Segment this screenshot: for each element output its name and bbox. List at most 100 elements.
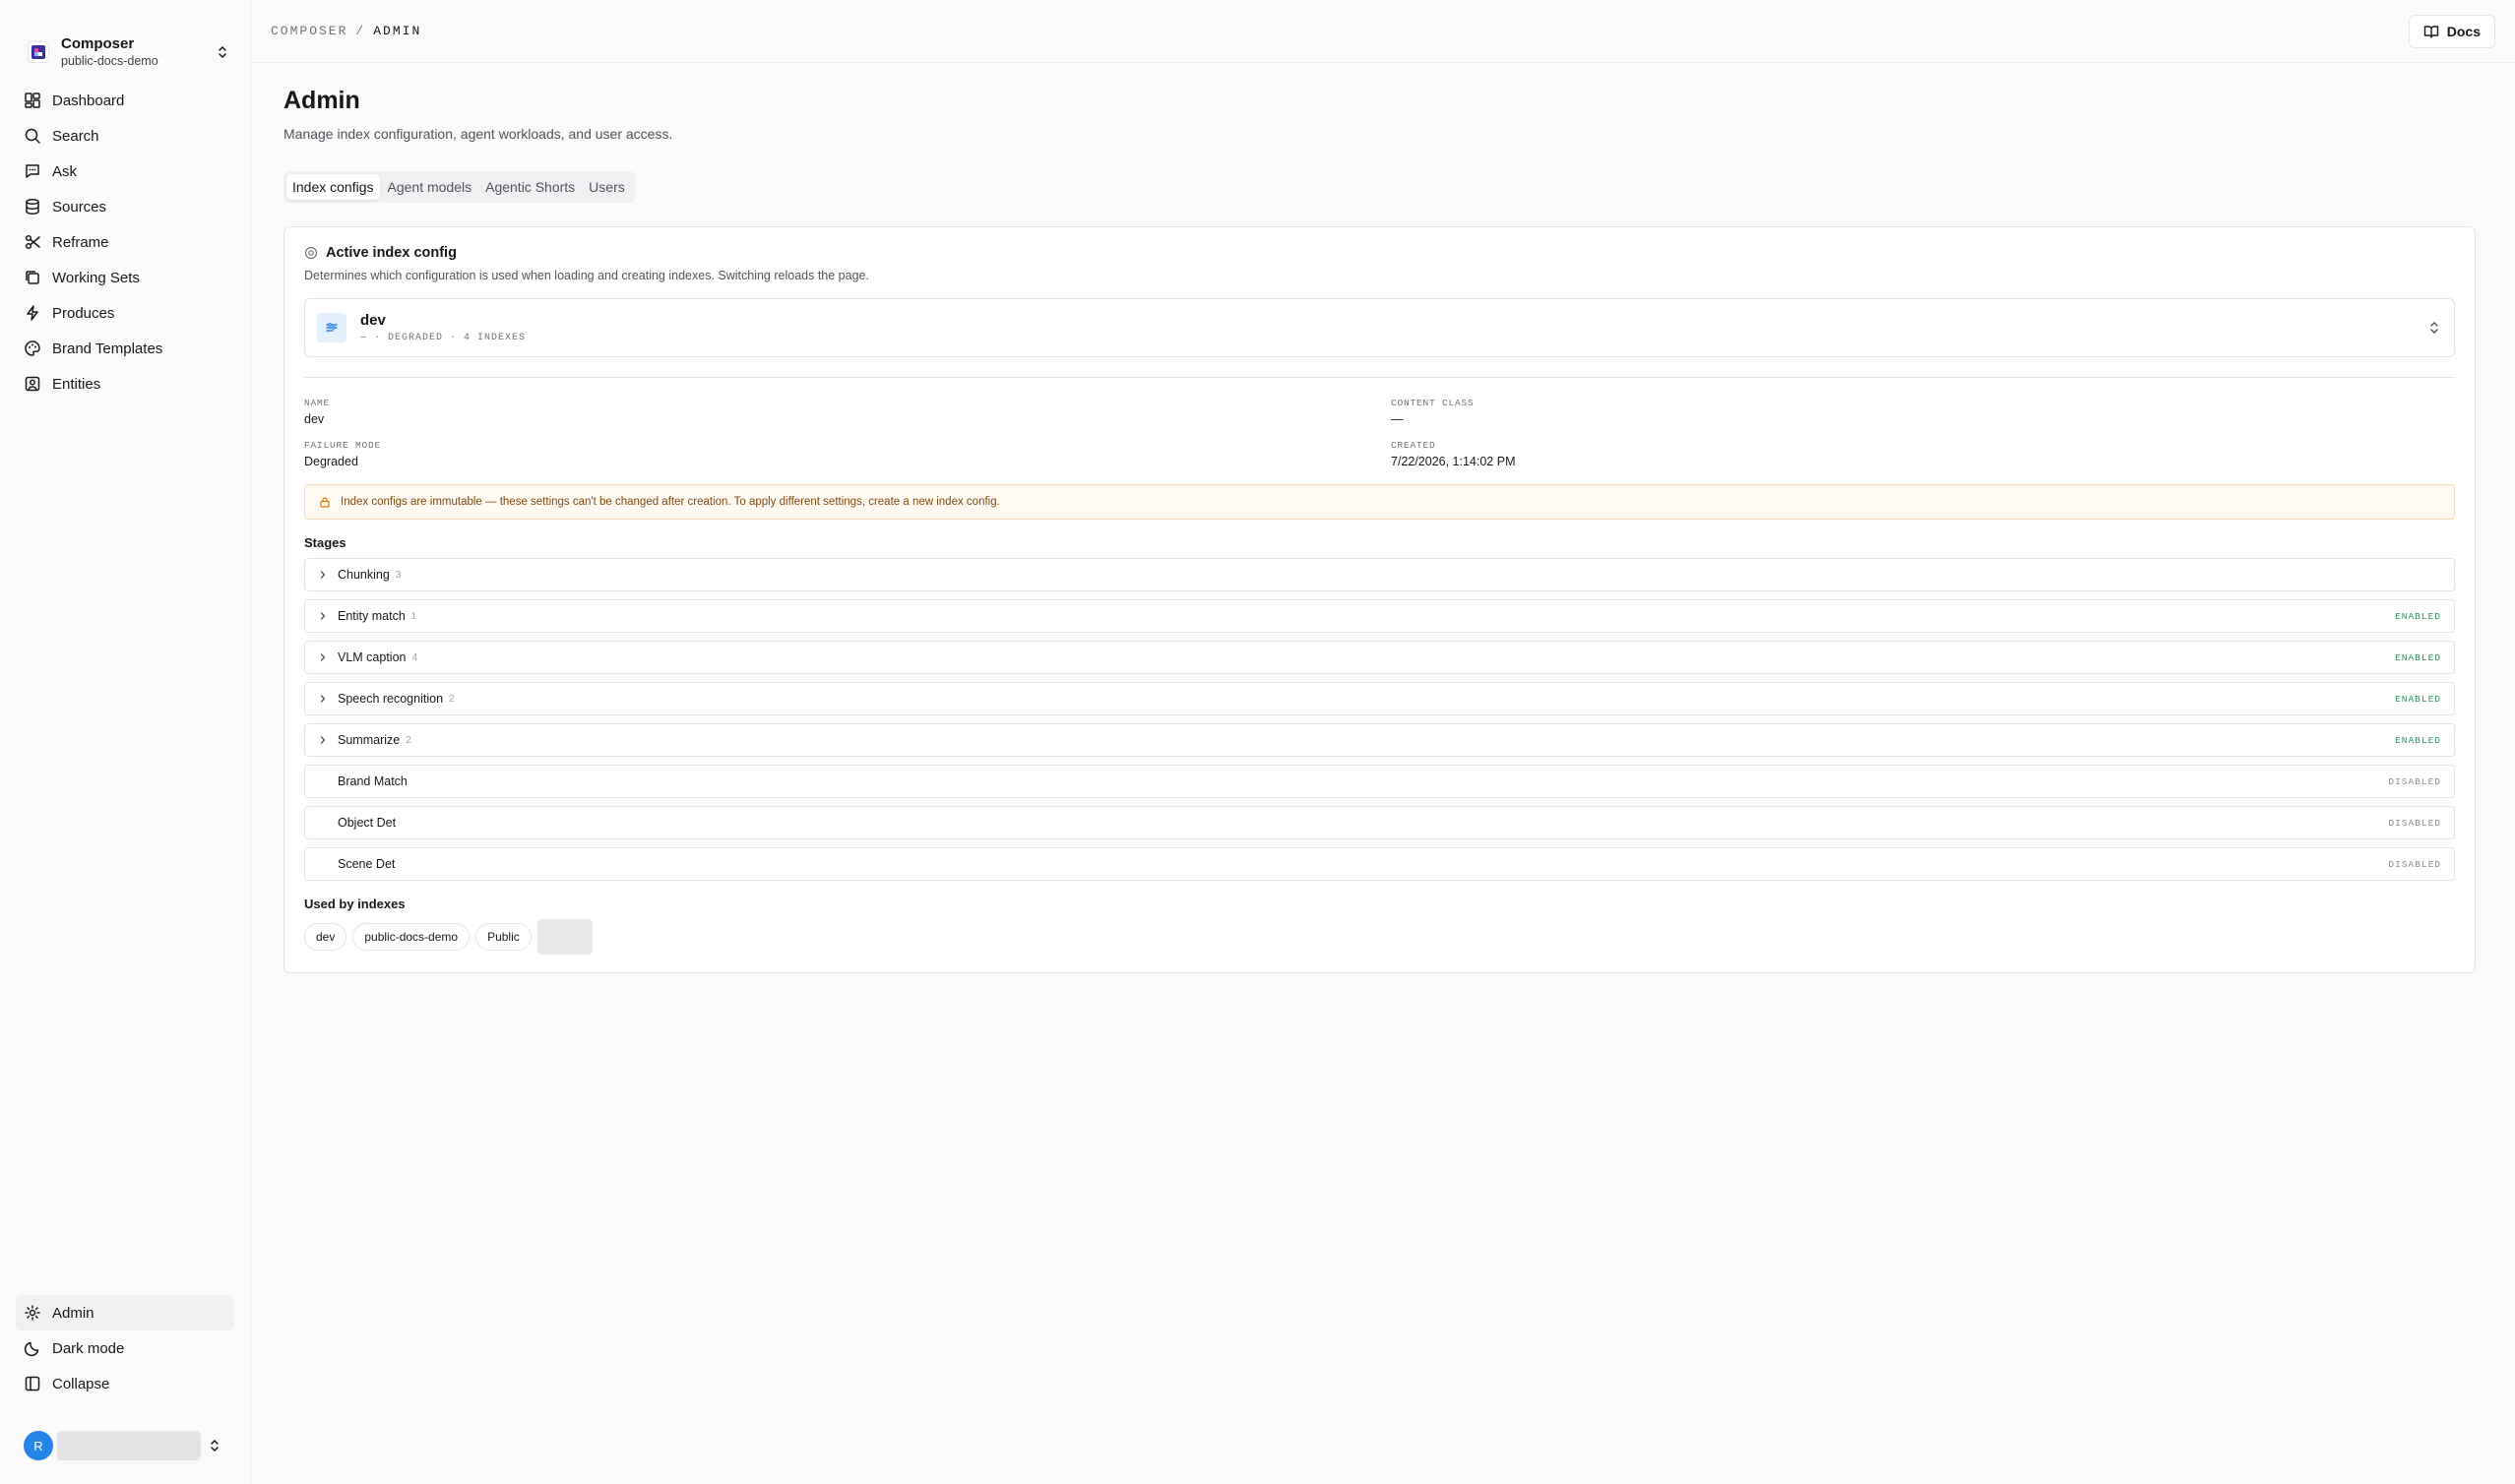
nav-label: Collapse (52, 1375, 110, 1392)
selected-config-meta: — · DEGRADED · 4 INDEXES (360, 333, 527, 343)
tab-agentic-shorts[interactable]: Agentic Shorts (479, 174, 581, 200)
nav-item-reframe[interactable]: Reframe (16, 224, 234, 260)
nav-label: Admin (52, 1304, 94, 1322)
stage-name: Chunking (338, 568, 390, 582)
breadcrumb-root[interactable]: COMPOSER (271, 24, 347, 38)
nav-item-brand-templates[interactable]: Brand Templates (16, 331, 234, 366)
stage-status: ENABLED (2395, 610, 2441, 622)
index-chip[interactable]: public-docs-demo (352, 923, 471, 951)
stage-row-object-det: Object Det DISABLED (304, 806, 2455, 839)
chevron-right-icon (320, 695, 326, 703)
chevron-right-icon (320, 571, 326, 579)
page-subtitle: Manage index configuration, agent worklo… (283, 126, 673, 142)
active-index-config-card: Active index config Determines which con… (283, 226, 2476, 973)
chat-icon (26, 164, 39, 178)
admin-tabs: Index configs Agent models Agentic Short… (283, 171, 636, 203)
nav-item-entities[interactable]: Entities (16, 366, 234, 402)
index-chip[interactable]: dev (304, 923, 347, 951)
failure-mode-label: FAILURE MODE (304, 440, 382, 451)
used-by-indexes: dev public-docs-demo Public (304, 919, 2455, 955)
chevron-right-icon (320, 612, 326, 620)
stage-count: 2 (406, 734, 411, 746)
nav-item-search[interactable]: Search (16, 118, 234, 154)
stage-status: ENABLED (2395, 734, 2441, 746)
used-by-title: Used by indexes (304, 897, 406, 911)
nav-label: Sources (52, 198, 107, 216)
chevron-right-icon (320, 653, 326, 661)
stage-row-entity-match[interactable]: Entity match 1 ENABLED (304, 599, 2455, 633)
database-icon (26, 199, 39, 215)
workspace-name: Composer (61, 35, 135, 52)
page-title: Admin (283, 87, 360, 114)
stage-count: 3 (395, 569, 402, 581)
stage-status: ENABLED (2395, 693, 2441, 705)
top-bar: COMPOSER / ADMIN Docs (251, 0, 2515, 63)
copy-icon (26, 271, 39, 284)
main-nav: Dashboard Search Ask Sources Reframe Wor… (0, 83, 250, 402)
nav-item-dashboard[interactable]: Dashboard (16, 83, 234, 118)
config-icon (317, 313, 346, 342)
tab-users[interactable]: Users (583, 174, 631, 200)
stage-row-speech-recognition[interactable]: Speech recognition 2 ENABLED (304, 682, 2455, 715)
nav-label: Dashboard (52, 92, 125, 109)
tab-index-configs[interactable]: Index configs (286, 174, 380, 200)
warning-text: Index configs are immutable — these sett… (341, 496, 1000, 508)
content-class-value: — (1391, 412, 1404, 426)
created-value: 7/22/2026, 1:14:02 PM (1391, 455, 1516, 468)
contact-icon (25, 376, 40, 392)
gear-icon (25, 1305, 40, 1321)
content-class-label: CONTENT CLASS (1391, 398, 1475, 408)
stage-row-brand-match: Brand Match DISABLED (304, 765, 2455, 798)
stage-name: VLM caption (338, 650, 407, 664)
moon-icon (24, 1341, 39, 1357)
nav-item-ask[interactable]: Ask (16, 154, 234, 189)
nav-item-working-sets[interactable]: Working Sets (16, 260, 234, 295)
index-config-select[interactable]: dev — · DEGRADED · 4 INDEXES (304, 298, 2455, 357)
docs-label: Docs (2446, 23, 2481, 39)
nav-item-admin[interactable]: Admin (16, 1295, 234, 1330)
stage-status: DISABLED (2388, 817, 2441, 829)
workspace-switcher[interactable]: Composer public-docs-demo (0, 0, 250, 79)
stage-count: 1 (410, 610, 417, 622)
selected-config-name: dev (360, 312, 386, 329)
stage-row-chunking[interactable]: Chunking 3 (304, 558, 2455, 591)
config-details: NAME dev CONTENT CLASS — FAILURE MODE De… (304, 398, 2455, 468)
search-icon (25, 128, 40, 144)
book-open-icon (2423, 25, 2438, 38)
collapse-sidebar-button[interactable]: Collapse (16, 1366, 234, 1401)
card-title: Active index config (326, 245, 457, 261)
card-description: Determines which configuration is used w… (304, 269, 869, 282)
user-menu[interactable]: R (24, 1431, 230, 1460)
nav-label: Reframe (52, 233, 109, 251)
stage-row-vlm-caption[interactable]: VLM caption 4 ENABLED (304, 641, 2455, 674)
docs-button[interactable]: Docs (2408, 14, 2495, 48)
stage-status: DISABLED (2388, 858, 2441, 870)
stage-name: Scene Det (338, 857, 396, 871)
stage-row-summarize[interactable]: Summarize 2 ENABLED (304, 723, 2455, 757)
nav-label: Ask (52, 162, 78, 180)
nav-label: Entities (52, 375, 101, 393)
nav-item-produces[interactable]: Produces (16, 295, 234, 331)
chevrons-up-down-icon (207, 1438, 222, 1453)
index-chip[interactable]: Public (475, 923, 532, 951)
breadcrumb: COMPOSER / ADMIN (271, 24, 421, 38)
nav-item-sources[interactable]: Sources (16, 189, 234, 224)
palette-icon (25, 340, 40, 356)
stage-name: Brand Match (338, 774, 408, 788)
stage-name: Object Det (338, 816, 397, 830)
immutable-warning: Index configs are immutable — these sett… (304, 484, 2455, 520)
nav-label: Working Sets (52, 269, 140, 286)
user-name-placeholder (57, 1431, 201, 1460)
main-area: COMPOSER / ADMIN Docs Admin Manage index c… (251, 0, 2515, 1484)
chevrons-up-down-icon (2426, 320, 2442, 336)
stage-count: 4 (411, 651, 418, 663)
admin-content: Admin Manage index configuration, agent … (251, 63, 2515, 973)
composer-logo-icon (28, 41, 49, 63)
sidebar: Composer public-docs-demo Dashboard Sear… (0, 0, 251, 1484)
bolt-icon (27, 305, 38, 321)
tab-agent-models[interactable]: Agent models (382, 174, 478, 200)
nav-label: Dark mode (52, 1339, 125, 1357)
index-chip-placeholder (536, 919, 593, 955)
name-value: dev (304, 412, 325, 426)
dark-mode-toggle[interactable]: Dark mode (16, 1330, 234, 1366)
